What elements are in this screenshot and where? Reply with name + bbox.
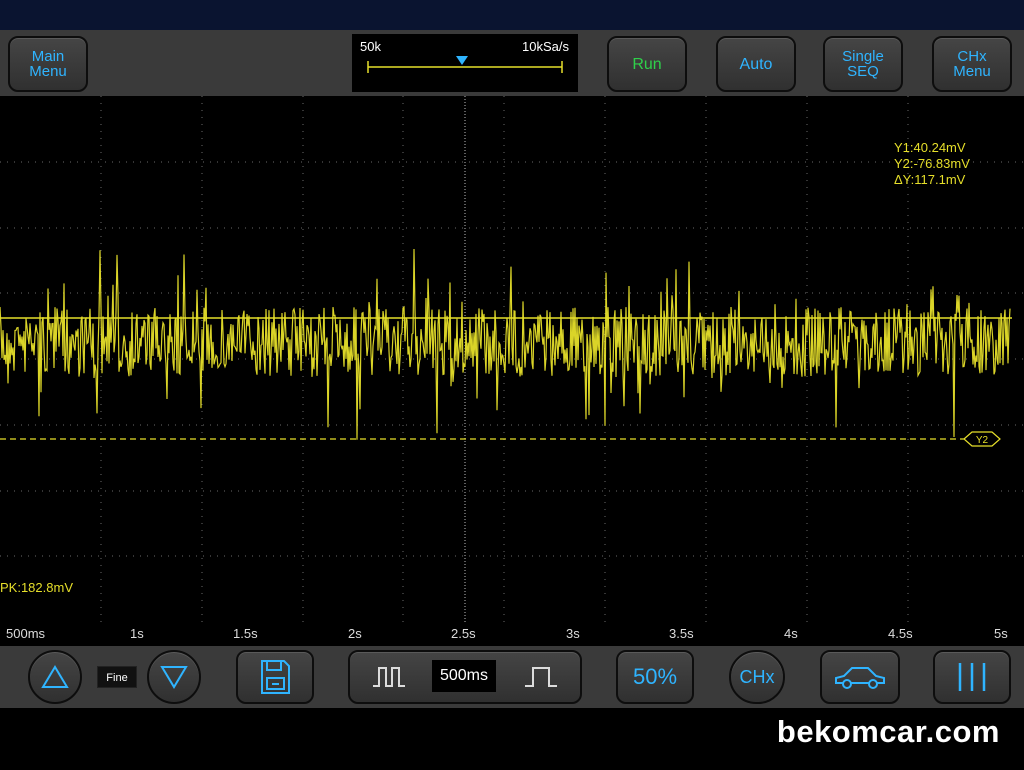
fifty-percent-label: 50% <box>632 664 678 689</box>
car-icon <box>835 667 885 689</box>
scale-up-button[interactable] <box>28 650 82 704</box>
cursor-y1-value: Y1:40.24mV <box>894 140 966 155</box>
cursor-y2-value: Y2:-76.83mV <box>894 156 970 171</box>
cursor-y2-marker-label: Y2 <box>976 435 989 446</box>
timebase-panel[interactable]: 50k 10kSa/s <box>352 34 578 92</box>
time-tick: 4s <box>784 626 798 641</box>
fifty-percent-button[interactable]: 50% <box>616 650 694 704</box>
main-menu-label-line1: Main <box>31 48 65 65</box>
timebase-position-slider[interactable] <box>352 34 578 92</box>
timebase-decrease-button[interactable] <box>350 650 428 704</box>
save-button[interactable] <box>236 650 314 704</box>
single-seq-button[interactable]: Single SEQ <box>823 36 903 92</box>
pulse-wide-icon <box>525 667 557 687</box>
trigger-position-marker-icon <box>456 56 468 65</box>
time-tick: 2s <box>348 626 362 641</box>
triangle-down-icon <box>160 666 188 689</box>
main-menu-label-line2: Menu <box>29 63 67 80</box>
time-tick: 3.5s <box>669 626 694 641</box>
time-tick: 2.5s <box>451 626 476 641</box>
triangle-up-icon <box>41 665 69 688</box>
chx-menu-label-line1: CHx <box>957 48 987 65</box>
footer: bekomcar.com <box>0 708 1024 770</box>
chx-label: CHx <box>739 666 775 687</box>
chx-menu-label-line2: Menu <box>953 63 991 80</box>
floppy-disk-icon <box>261 660 290 694</box>
time-tick: 4.5s <box>888 626 913 641</box>
chx-channel-button[interactable]: CHx <box>729 650 785 704</box>
auto-label: Auto <box>739 55 773 73</box>
vehicle-button[interactable] <box>820 650 900 704</box>
time-tick: 1s <box>130 626 144 641</box>
time-tick: 5s <box>994 626 1008 641</box>
cursor-delta-value: ΔY:117.1mV <box>894 172 966 187</box>
main-menu-button[interactable]: Main Menu <box>8 36 88 92</box>
status-strip <box>0 0 1024 30</box>
more-menu-button[interactable] <box>933 650 1011 704</box>
timebase-value: 500ms <box>432 660 496 692</box>
waveform-display[interactable]: Y2 Y1:40.24mV Y2:-76.83mV ΔY:117.1mV PK:… <box>0 96 1024 622</box>
pulse-narrow-icon <box>373 667 405 687</box>
time-tick: 1.5s <box>233 626 258 641</box>
waveform-trace <box>0 248 1011 440</box>
timebase-increase-button[interactable] <box>502 650 580 704</box>
time-axis: 500ms 1s 1.5s 2s 2.5s 3s 3.5s 4s 4.5s 5s <box>0 622 1024 646</box>
scope-grid-and-trace: Y2 <box>0 96 1024 622</box>
seq-label: SEQ <box>847 63 879 80</box>
scale-down-button[interactable] <box>147 650 201 704</box>
cursor-readout: Y1:40.24mV Y2:-76.83mV ΔY:117.1mV <box>894 140 970 188</box>
fine-adjust-toggle[interactable]: Fine <box>97 666 137 688</box>
run-label: Run <box>632 55 662 73</box>
time-tick: 3s <box>566 626 580 641</box>
run-button[interactable]: Run <box>607 36 687 92</box>
time-tick: 500ms <box>6 626 46 641</box>
auto-button[interactable]: Auto <box>716 36 796 92</box>
top-toolbar: Main Menu 50k 10kSa/s Run Auto Single SE… <box>0 30 1024 96</box>
single-label: Single <box>842 48 884 65</box>
bottom-toolbar: Fine 500ms 50% CHx <box>0 646 1024 708</box>
peak-to-peak-readout: PK:182.8mV <box>0 580 73 595</box>
watermark-text: bekomcar.com <box>776 714 1000 749</box>
chx-menu-button[interactable]: CHx Menu <box>932 36 1012 92</box>
vertical-bars-menu-icon <box>958 663 986 691</box>
